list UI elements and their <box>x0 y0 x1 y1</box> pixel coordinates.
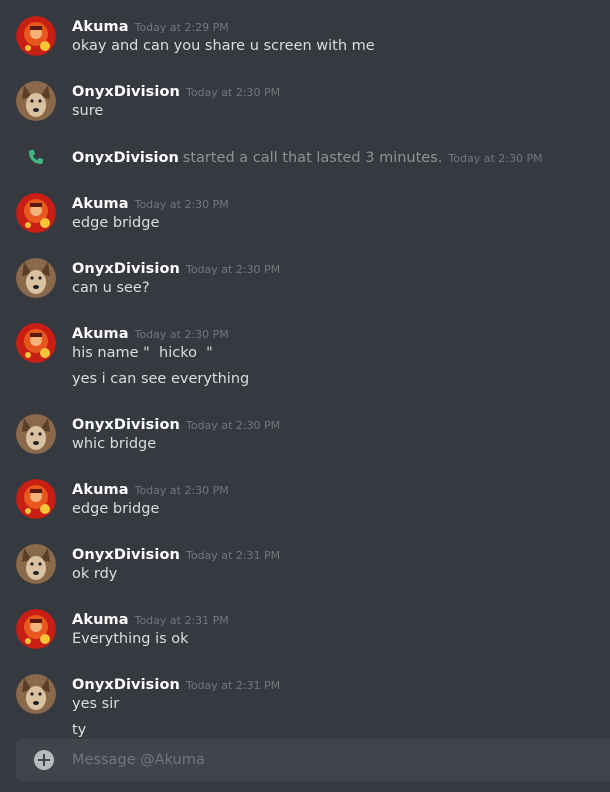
avatar-onyx[interactable] <box>16 258 56 298</box>
message-header: OnyxDivision Today at 2:30 PM <box>72 258 280 278</box>
message-group: OnyxDivision Today at 2:31 PM yes sir ty <box>0 674 610 740</box>
avatar-akuma[interactable] <box>16 479 56 519</box>
message-header: OnyxDivision Today at 2:31 PM <box>72 544 280 564</box>
dog-avatar-icon <box>16 258 56 298</box>
chat-window: Akuma Today at 2:29 PM okay and can you s… <box>0 0 610 792</box>
timestamp: Today at 2:31 PM <box>185 679 281 692</box>
message-text: ty <box>72 722 87 738</box>
call-notice: OnyxDivision started a call that lasted 3… <box>0 147 610 169</box>
timestamp: Today at 2:30 PM <box>448 152 543 165</box>
username[interactable]: OnyxDivision <box>72 261 180 277</box>
message-header: Akuma Today at 2:30 PM <box>72 479 229 499</box>
message-text: ok rdy <box>72 566 118 582</box>
message-group: OnyxDivision Today at 2:31 PM ok rdy <box>0 544 610 584</box>
phone-icon <box>29 150 43 164</box>
message-text: edge bridge <box>72 215 160 231</box>
message-header: Akuma Today at 2:31 PM <box>72 609 229 629</box>
message-text: his name " hicko " <box>72 345 213 361</box>
username[interactable]: Akuma <box>72 482 129 498</box>
akuma-avatar-icon <box>16 323 56 363</box>
message-group: Akuma Today at 2:31 PM Everything is ok <box>0 609 610 649</box>
message-group: OnyxDivision Today at 2:30 PM whic bridge <box>0 414 610 454</box>
message-group: Akuma Today at 2:29 PM okay and can you s… <box>0 16 610 56</box>
message-header: OnyxDivision Today at 2:31 PM <box>72 674 280 694</box>
call-notice-line: OnyxDivision started a call that lasted 3… <box>72 147 543 166</box>
message-text: sure <box>72 103 104 119</box>
message-text: edge bridge <box>72 501 160 517</box>
message-text: yes sir <box>72 696 120 712</box>
dog-avatar-icon <box>16 81 56 121</box>
message-group: Akuma Today at 2:30 PM his name " hicko "… <box>0 323 610 389</box>
message-header: Akuma Today at 2:30 PM <box>72 193 229 213</box>
username[interactable]: Akuma <box>72 326 129 342</box>
dog-avatar-icon <box>16 544 56 584</box>
message-header: OnyxDivision Today at 2:30 PM <box>72 414 280 434</box>
timestamp: Today at 2:30 PM <box>134 198 229 211</box>
message-text: Everything is ok <box>72 631 189 647</box>
call-text: started a call that lasted 3 minutes. <box>182 150 443 166</box>
username[interactable]: Akuma <box>72 196 129 212</box>
dog-avatar-icon <box>16 414 56 454</box>
timestamp: Today at 2:31 PM <box>185 549 281 562</box>
username[interactable]: OnyxDivision <box>72 547 180 563</box>
avatar-akuma[interactable] <box>16 16 56 56</box>
timestamp: Today at 2:30 PM <box>134 328 229 341</box>
message-text: can u see? <box>72 280 150 296</box>
message-header: OnyxDivision Today at 2:30 PM <box>72 81 280 101</box>
avatar-akuma[interactable] <box>16 323 56 363</box>
avatar-onyx[interactable] <box>16 81 56 121</box>
akuma-avatar-icon <box>16 609 56 649</box>
timestamp: Today at 2:31 PM <box>134 614 229 627</box>
dog-avatar-icon <box>16 674 56 714</box>
username[interactable]: OnyxDivision <box>72 84 180 100</box>
message-group: OnyxDivision Today at 2:30 PM sure <box>0 81 610 121</box>
username[interactable]: OnyxDivision <box>72 417 180 433</box>
message-text: okay and can you share u screen with me <box>72 38 375 54</box>
timestamp: Today at 2:30 PM <box>185 419 281 432</box>
message-group: OnyxDivision Today at 2:30 PM can u see? <box>0 258 610 298</box>
username[interactable]: OnyxDivision <box>72 677 180 693</box>
message-text: yes i can see everything <box>72 371 250 387</box>
avatar-onyx[interactable] <box>16 414 56 454</box>
timestamp: Today at 2:29 PM <box>134 21 229 34</box>
timestamp: Today at 2:30 PM <box>134 484 229 497</box>
message-input[interactable] <box>72 739 592 781</box>
add-attachment-icon[interactable] <box>34 750 54 770</box>
timestamp: Today at 2:30 PM <box>185 263 281 276</box>
message-composer <box>16 739 610 781</box>
akuma-avatar-icon <box>16 193 56 233</box>
avatar-akuma[interactable] <box>16 193 56 233</box>
message-text: whic bridge <box>72 436 157 452</box>
call-author[interactable]: OnyxDivision <box>72 150 179 166</box>
avatar-onyx[interactable] <box>16 544 56 584</box>
akuma-avatar-icon <box>16 16 56 56</box>
avatar-akuma[interactable] <box>16 609 56 649</box>
message-group: Akuma Today at 2:30 PM edge bridge <box>0 193 610 233</box>
akuma-avatar-icon <box>16 479 56 519</box>
username[interactable]: Akuma <box>72 612 129 628</box>
avatar-onyx[interactable] <box>16 674 56 714</box>
message-header: Akuma Today at 2:30 PM <box>72 323 229 343</box>
timestamp: Today at 2:30 PM <box>185 86 281 99</box>
message-group: Akuma Today at 2:30 PM edge bridge <box>0 479 610 519</box>
message-header: Akuma Today at 2:29 PM <box>72 16 229 36</box>
username[interactable]: Akuma <box>72 19 129 35</box>
